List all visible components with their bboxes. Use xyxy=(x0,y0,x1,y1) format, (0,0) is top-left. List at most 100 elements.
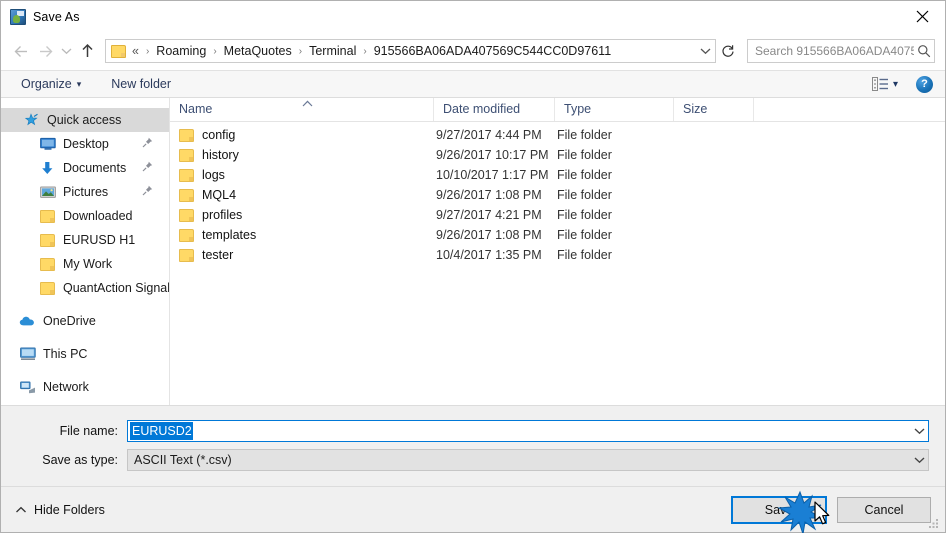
star-pin-icon xyxy=(23,112,40,128)
forward-arrow-icon xyxy=(39,45,52,57)
date-modified-cell: 9/27/2017 4:44 PM xyxy=(436,128,542,142)
chevron-down-icon xyxy=(914,428,925,435)
sidebar-item-downloaded[interactable]: Downloaded xyxy=(1,204,169,228)
save-as-type-label: Save as type: xyxy=(42,453,118,467)
refresh-button[interactable] xyxy=(717,39,739,63)
breadcrumb-separator: › xyxy=(213,45,217,57)
sidebar-item-label: Network xyxy=(43,380,89,394)
hide-folders-button[interactable]: Hide Folders xyxy=(15,503,105,517)
save-button[interactable]: Save xyxy=(731,495,827,524)
new-folder-button[interactable]: New folder xyxy=(105,74,177,94)
sidebar-item-label: OneDrive xyxy=(43,314,96,328)
search-input[interactable]: Search 915566BA06ADA40756... xyxy=(748,44,914,58)
chevron-down-icon: ▾ xyxy=(76,78,82,89)
save-as-type-row: Save as type: ASCII Text (*.csv) xyxy=(17,449,929,471)
up-arrow-icon xyxy=(81,43,93,57)
sidebar-item-label: Desktop xyxy=(63,137,109,151)
table-row[interactable]: config 9/27/2017 4:44 PM File folder xyxy=(170,125,945,145)
this-pc-icon xyxy=(19,346,36,362)
view-options-button[interactable]: ▾ xyxy=(868,75,902,93)
type-cell: File folder xyxy=(557,148,612,162)
column-header-size[interactable]: Size xyxy=(674,98,754,121)
address-dropdown-button[interactable] xyxy=(695,40,715,62)
type-cell: File folder xyxy=(557,248,612,262)
sidebar-item-pictures[interactable]: Pictures xyxy=(1,180,169,204)
table-row[interactable]: history 9/26/2017 10:17 PM File folder xyxy=(170,145,945,165)
up-button[interactable] xyxy=(75,39,99,63)
sidebar-item-my-work[interactable]: My Work xyxy=(1,252,169,276)
sidebar-item-eurusd-h1[interactable]: EURUSD H1 xyxy=(1,228,169,252)
type-cell: File folder xyxy=(557,228,612,242)
file-name-label: File name: xyxy=(59,424,118,438)
address-bar[interactable]: « › Roaming › MetaQuotes › Terminal › 91… xyxy=(105,39,716,63)
sidebar-item-documents[interactable]: Documents xyxy=(1,156,169,180)
breadcrumb-item-metaquotes[interactable]: MetaQuotes xyxy=(221,40,295,62)
sidebar-item-label: Downloaded xyxy=(63,209,133,223)
back-button[interactable] xyxy=(9,39,33,63)
save-as-type-dropdown-button[interactable] xyxy=(911,456,928,464)
table-row[interactable]: logs 10/10/2017 1:17 PM File folder xyxy=(170,165,945,185)
cancel-label: Cancel xyxy=(864,502,904,517)
close-icon xyxy=(916,10,928,22)
column-header-date-modified[interactable]: Date modified xyxy=(434,98,555,121)
help-button[interactable]: ? xyxy=(916,75,933,93)
file-name-label: logs xyxy=(202,168,225,182)
table-row[interactable]: profiles 9/27/2017 4:21 PM File folder xyxy=(170,205,945,225)
save-as-type-select[interactable]: ASCII Text (*.csv) xyxy=(127,449,929,471)
sidebar-item-label: EURUSD H1 xyxy=(63,233,136,247)
table-row[interactable]: tester 10/4/2017 1:35 PM File folder xyxy=(170,245,945,265)
title-bar: Save As xyxy=(1,1,945,32)
help-label: ? xyxy=(921,78,928,90)
folder-icon xyxy=(39,232,56,248)
file-name-label: MQL4 xyxy=(202,188,237,202)
search-box[interactable]: Search 915566BA06ADA40756... xyxy=(747,39,935,63)
sidebar-item-network[interactable]: Network xyxy=(1,375,169,399)
file-name-cell: templates xyxy=(170,228,434,242)
file-name-value: EURUSD2 xyxy=(130,422,193,440)
dialog-footer: Hide Folders Save Cancel xyxy=(1,486,945,532)
date-modified-cell: 9/26/2017 1:08 PM xyxy=(436,228,542,242)
file-name-input[interactable]: EURUSD2 xyxy=(127,420,929,442)
folder-icon xyxy=(179,148,194,162)
window-title: Save As xyxy=(33,9,80,24)
table-row[interactable]: templates 9/26/2017 1:08 PM File folder xyxy=(170,225,945,245)
recent-locations-button[interactable] xyxy=(57,39,75,63)
forward-button[interactable] xyxy=(33,39,57,63)
breadcrumb-separator: › xyxy=(298,45,303,57)
sidebar-item-quick-access[interactable]: Quick access xyxy=(1,108,169,132)
sidebar-item-onedrive[interactable]: OneDrive xyxy=(1,309,169,333)
breadcrumb-item-terminal-id[interactable]: 915566BA06ADA407569C544CC0D97611 xyxy=(371,40,695,62)
folder-icon xyxy=(39,280,56,296)
resize-grip-icon[interactable] xyxy=(929,517,941,529)
navigation-bar: « › Roaming › MetaQuotes › Terminal › 91… xyxy=(1,32,945,70)
file-name-cell: profiles xyxy=(170,208,434,222)
command-toolbar: Organize ▾ New folder ▾ ? xyxy=(1,70,945,98)
folder-icon xyxy=(179,128,194,142)
table-row[interactable]: MQL4 9/26/2017 1:08 PM File folder xyxy=(170,185,945,205)
sidebar-item-this-pc[interactable]: This PC xyxy=(1,342,169,366)
breadcrumb-overflow[interactable]: « xyxy=(131,40,142,62)
chevron-down-icon xyxy=(914,457,925,464)
column-header-type[interactable]: Type xyxy=(555,98,674,121)
pin-icon xyxy=(142,161,153,175)
type-cell: File folder xyxy=(557,188,612,202)
breadcrumb-item-terminal[interactable]: Terminal xyxy=(306,40,359,62)
breadcrumb-item-roaming[interactable]: Roaming xyxy=(153,40,209,62)
column-header-row: Name Date modified Type Size xyxy=(170,98,945,122)
breadcrumb-separator: › xyxy=(363,45,367,57)
save-as-type-value: ASCII Text (*.csv) xyxy=(134,453,232,467)
dialog-body: Quick access Desktop Documents Pictures … xyxy=(1,98,945,405)
file-name-cell: MQL4 xyxy=(170,188,434,202)
file-name-label: profiles xyxy=(202,208,243,222)
sidebar-item-desktop[interactable]: Desktop xyxy=(1,132,169,156)
cancel-button[interactable]: Cancel xyxy=(837,496,931,523)
sidebar-item-quantaction-signal[interactable]: QuantAction Signal xyxy=(1,276,169,300)
organize-button[interactable]: Organize ▾ xyxy=(15,74,87,94)
close-button[interactable] xyxy=(899,1,945,31)
folder-icon xyxy=(39,208,56,224)
file-name-dropdown-button[interactable] xyxy=(911,427,928,435)
date-modified-cell: 10/4/2017 1:35 PM xyxy=(436,248,542,262)
column-header-name[interactable]: Name xyxy=(170,98,434,121)
date-modified-cell: 9/26/2017 1:08 PM xyxy=(436,188,542,202)
documents-icon xyxy=(39,160,56,176)
